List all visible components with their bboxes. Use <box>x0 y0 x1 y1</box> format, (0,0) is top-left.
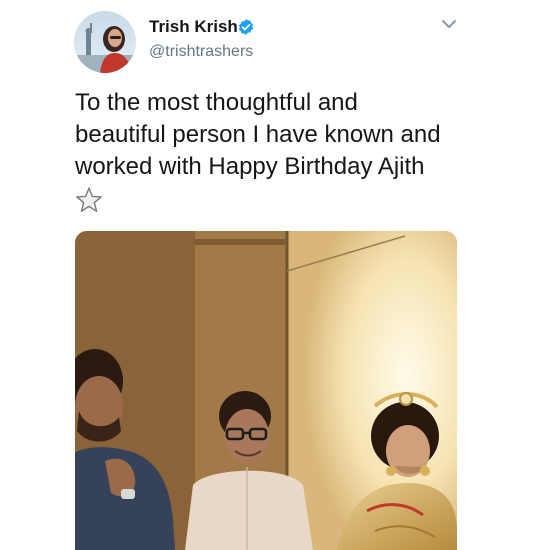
tweet-photo[interactable] <box>75 231 457 550</box>
display-name[interactable]: Trish Krish <box>149 17 238 37</box>
avatar[interactable] <box>74 11 136 73</box>
tweet-text-line: worked with Happy Birthday Ajith <box>75 153 425 180</box>
tweet: Trish Krish @trishtrashers To the most t… <box>0 0 550 550</box>
star-icon <box>76 187 102 212</box>
chevron-down-icon[interactable] <box>440 17 458 31</box>
handle[interactable]: @trishtrashers <box>149 43 253 61</box>
verified-badge-icon <box>238 19 254 35</box>
tweet-text-line: beautiful person I have known and <box>75 121 441 148</box>
tweet-text-line: To the most thoughtful and <box>75 89 358 116</box>
